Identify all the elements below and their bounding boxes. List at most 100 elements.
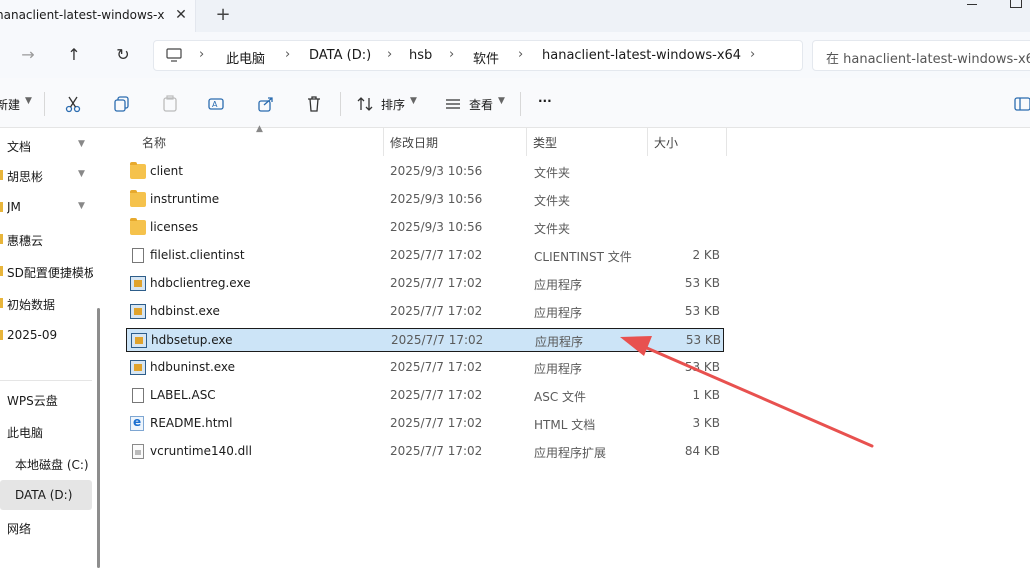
view-icon[interactable] bbox=[444, 95, 462, 113]
file-size: 84 KB bbox=[684, 444, 720, 458]
column-label: 类型 bbox=[533, 136, 558, 150]
exe-icon bbox=[131, 333, 147, 348]
file-row-instruntime[interactable]: instruntime 2025/9/3 10:56 文件夹 bbox=[126, 188, 724, 212]
up-arrow-icon[interactable]: ↑ bbox=[63, 44, 85, 66]
file-row-licenses[interactable]: licenses 2025/9/3 10:56 文件夹 bbox=[126, 216, 724, 240]
sidebar-item-jm[interactable]: JM ▼ bbox=[0, 192, 92, 222]
chevron-right-icon: › bbox=[449, 47, 455, 62]
column-header-size[interactable]: 大小 bbox=[648, 128, 727, 156]
chevron-right-icon[interactable]: › bbox=[750, 47, 755, 62]
file-size: 2 KB bbox=[692, 248, 720, 262]
sidebar-item-husibin[interactable]: 胡思彬 ▼ bbox=[0, 160, 92, 190]
column-label: 大小 bbox=[654, 136, 679, 150]
sidebar-item-label: SD配置便捷模板 bbox=[7, 266, 93, 280]
file-size: 1 KB bbox=[692, 388, 720, 402]
file-date: 2025/9/3 10:56 bbox=[390, 192, 483, 206]
forward-arrow-icon[interactable]: → bbox=[17, 44, 39, 66]
file-type: ASC 文件 bbox=[534, 390, 587, 404]
sort-icon[interactable] bbox=[356, 95, 374, 113]
file-type: 文件夹 bbox=[534, 194, 571, 208]
file-type: 文件夹 bbox=[534, 166, 571, 180]
sidebar-scrollbar[interactable] bbox=[97, 308, 100, 568]
sidebar-item-2025-09[interactable]: 2025-09 bbox=[0, 320, 92, 350]
exe-icon bbox=[130, 360, 146, 375]
file-row-readme[interactable]: README.html 2025/7/7 17:02 HTML 文档 3 KB bbox=[126, 412, 724, 436]
column-header-type[interactable]: 类型 bbox=[527, 128, 648, 156]
file-name: instruntime bbox=[150, 192, 220, 206]
sidebar-item-huisuiyun[interactable]: 惠穗云 bbox=[0, 224, 92, 254]
file-name: filelist.clientinst bbox=[150, 248, 245, 262]
paste-icon[interactable] bbox=[161, 95, 179, 113]
sidebar-item-sd-template[interactable]: SD配置便捷模板 bbox=[0, 256, 93, 286]
file-row-client[interactable]: client 2025/9/3 10:56 文件夹 bbox=[126, 160, 724, 184]
search-box[interactable]: 在 hanaclient-latest-windows-x64 bbox=[812, 40, 1030, 71]
chevron-right-icon: › bbox=[518, 47, 524, 62]
file-type: HTML 文档 bbox=[534, 418, 596, 432]
folder-icon bbox=[130, 162, 146, 179]
sidebar-item-wps-cloud[interactable]: WPS云盘 bbox=[0, 384, 92, 414]
address-bar[interactable]: › 此电脑 › DATA (D:) › hsb › 软件 › hanaclien… bbox=[153, 40, 803, 71]
breadcrumb-software[interactable]: 软件 bbox=[473, 48, 499, 67]
sidebar-item-this-pc[interactable]: 此电脑 bbox=[0, 416, 92, 446]
breadcrumb-this-pc[interactable]: 此电脑 bbox=[226, 48, 265, 67]
sort-button[interactable]: 排序 bbox=[381, 96, 405, 113]
navigation-pane: 文档 ▼ 胡思彬 ▼ JM ▼ 惠穗云 SD配置便捷模板 初始数据 2025-0… bbox=[0, 128, 106, 575]
refresh-icon[interactable]: ↻ bbox=[112, 44, 134, 66]
svg-text:A: A bbox=[212, 100, 218, 109]
new-button[interactable]: 新建 bbox=[0, 96, 20, 113]
details-pane-icon[interactable] bbox=[1014, 95, 1030, 113]
rename-icon[interactable]: A bbox=[208, 95, 226, 113]
file-date: 2025/7/7 17:02 bbox=[390, 416, 483, 430]
file-row-label-asc[interactable]: LABEL.ASC 2025/7/7 17:02 ASC 文件 1 KB bbox=[126, 384, 724, 408]
file-type: 应用程序 bbox=[534, 278, 583, 292]
column-header-date[interactable]: 修改日期 bbox=[384, 128, 527, 156]
more-options-button[interactable]: ··· bbox=[538, 94, 552, 108]
breadcrumb-hsb[interactable]: hsb bbox=[409, 48, 432, 63]
tab-close-icon[interactable]: ✕ bbox=[172, 6, 190, 24]
tab-hanaclient[interactable]: hanaclient-latest-windows-x64 ✕ bbox=[0, 0, 196, 32]
sidebar-item-label: 初始数据 bbox=[7, 298, 56, 312]
sidebar-item-network[interactable]: 网络 bbox=[0, 512, 92, 542]
copy-icon[interactable] bbox=[113, 95, 131, 113]
file-row-filelist[interactable]: filelist.clientinst 2025/7/7 17:02 CLIEN… bbox=[126, 244, 724, 268]
folder-icon bbox=[0, 266, 3, 276]
share-icon[interactable] bbox=[257, 95, 275, 113]
folder-icon bbox=[0, 330, 3, 340]
breadcrumb-hanaclient[interactable]: hanaclient-latest-windows-x64 bbox=[542, 48, 741, 63]
cut-icon[interactable] bbox=[64, 95, 82, 113]
file-name: hdbclientreg.exe bbox=[150, 276, 251, 290]
minimize-button[interactable] bbox=[962, 0, 982, 10]
chevron-down-icon: ▼ bbox=[410, 96, 417, 106]
sidebar-item-documents[interactable]: 文档 ▼ bbox=[0, 130, 92, 160]
file-type: CLIENTINST 文件 bbox=[534, 250, 632, 264]
file-date: 2025/7/7 17:02 bbox=[390, 444, 483, 458]
chevron-down-icon: ▼ bbox=[25, 96, 32, 106]
file-row-hdbuninst[interactable]: hdbuninst.exe 2025/7/7 17:02 应用程序 53 KB bbox=[126, 356, 724, 380]
sidebar-item-local-disk-c[interactable]: 本地磁盘 (C:) bbox=[0, 448, 92, 478]
pin-icon: ▼ bbox=[78, 139, 85, 149]
sidebar-item-data-d[interactable]: DATA (D:) bbox=[0, 480, 92, 510]
view-button[interactable]: 查看 bbox=[469, 96, 493, 113]
chevron-right-icon: › bbox=[387, 47, 393, 62]
file-type: 应用程序扩展 bbox=[534, 446, 607, 460]
maximize-button[interactable] bbox=[1010, 0, 1022, 8]
file-size: 53 KB bbox=[684, 276, 720, 290]
delete-icon[interactable] bbox=[305, 95, 323, 113]
sidebar-item-initial-data[interactable]: 初始数据 bbox=[0, 288, 92, 318]
sidebar-item-label: 2025-09 bbox=[7, 328, 58, 342]
divider bbox=[520, 92, 521, 116]
new-tab-button[interactable]: + bbox=[213, 5, 233, 25]
tab-title: hanaclient-latest-windows-x64 bbox=[0, 8, 164, 22]
file-type: 应用程序 bbox=[535, 335, 584, 349]
file-row-vcruntime[interactable]: vcruntime140.dll 2025/7/7 17:02 应用程序扩展 8… bbox=[126, 440, 724, 464]
column-header-name[interactable]: 名称 ▲ bbox=[126, 124, 384, 156]
file-row-hdbsetup[interactable]: hdbsetup.exe 2025/7/7 17:02 应用程序 53 KB bbox=[126, 328, 724, 352]
file-date: 2025/7/7 17:02 bbox=[390, 276, 483, 290]
file-row-hdbclientreg[interactable]: hdbclientreg.exe 2025/7/7 17:02 应用程序 53 … bbox=[126, 272, 724, 296]
breadcrumb-data-drive[interactable]: DATA (D:) bbox=[309, 48, 371, 63]
search-input[interactable]: 在 hanaclient-latest-windows-x64 bbox=[826, 48, 1030, 67]
chevron-right-icon: › bbox=[285, 47, 291, 62]
command-bar: 新建 ▼ A 排序 ▼ 查看 ▼ ··· bbox=[0, 78, 1030, 128]
file-date: 2025/7/7 17:02 bbox=[390, 388, 483, 402]
file-row-hdbinst[interactable]: hdbinst.exe 2025/7/7 17:02 应用程序 53 KB bbox=[126, 300, 724, 324]
